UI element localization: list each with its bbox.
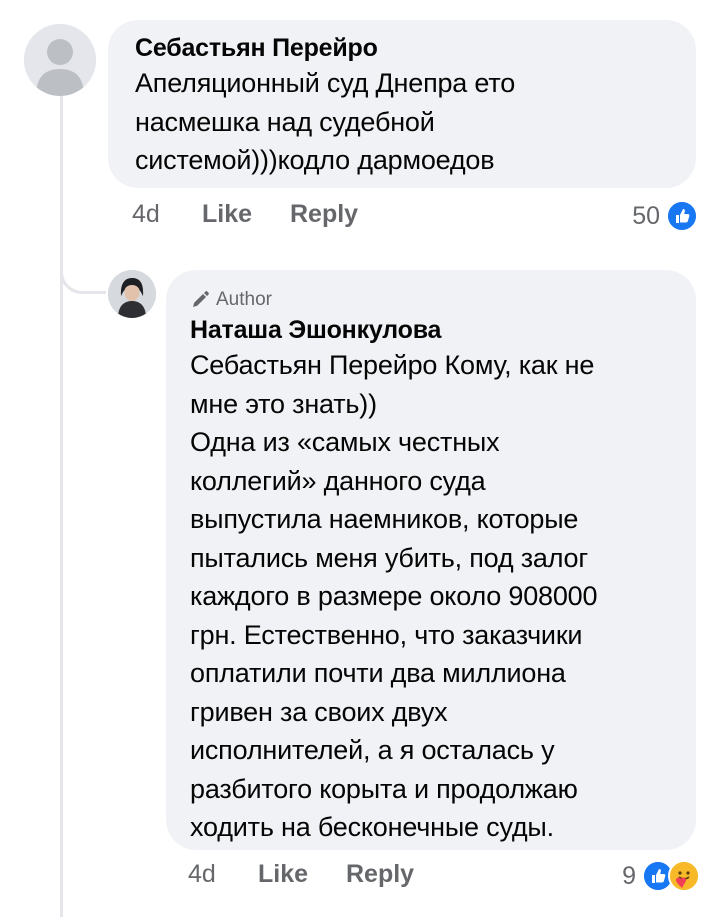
reply-like-button[interactable]: Like: [258, 860, 346, 889]
like-reaction-icon: [666, 200, 698, 232]
comment-timestamp[interactable]: 4d: [132, 200, 202, 229]
reply-timestamp[interactable]: 4d: [188, 860, 258, 889]
comment-actions: 4d Like Reply: [132, 200, 358, 229]
pencil-icon: [193, 291, 209, 307]
reply-reaction-summary[interactable]: 9: [622, 860, 700, 892]
reply-reply-button[interactable]: Reply: [346, 860, 414, 889]
default-user-icon: [24, 24, 96, 96]
author-badge: Author: [190, 286, 670, 314]
commenter-avatar[interactable]: [24, 24, 96, 96]
profile-photo-avatar[interactable]: [108, 270, 156, 318]
care-reaction-icon: [668, 860, 700, 892]
author-badge-label: Author: [216, 289, 272, 310]
reply-author-name[interactable]: Наташа Эшонкулова: [190, 314, 670, 346]
reply-actions: 4d Like Reply: [188, 860, 414, 889]
reply-reaction-count: 9: [622, 861, 636, 890]
thread-line: [60, 96, 63, 917]
comment-text: Апеляционный суд Днепра ето насмешка над…: [135, 68, 516, 175]
reaction-summary[interactable]: 50: [632, 200, 698, 232]
reply-bubble: Author Наташа Эшонкулова Себастьян Перей…: [166, 270, 696, 850]
reaction-count: 50: [632, 201, 660, 230]
reply-connector: [60, 250, 106, 294]
reply-button[interactable]: Reply: [290, 200, 358, 229]
profile-photo-icon: [108, 270, 156, 318]
comment-author-name[interactable]: Себастьян Перейро: [135, 32, 670, 64]
reply-text: Себастьян Перейро Кому, как не мне это з…: [190, 350, 598, 842]
like-button[interactable]: Like: [202, 200, 290, 229]
comment-bubble: Себастьян Перейро Апеляционный суд Днепр…: [108, 20, 696, 188]
